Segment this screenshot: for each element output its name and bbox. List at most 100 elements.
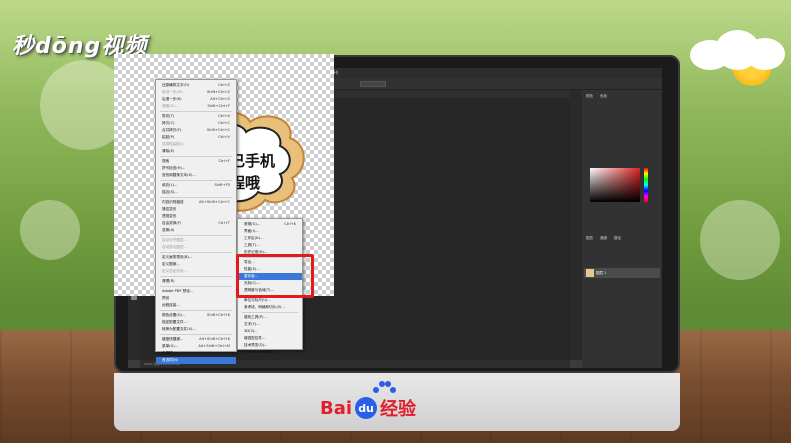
menu-item[interactable]: 清除(E) (156, 148, 236, 155)
menu-item[interactable]: 定义图案... (156, 261, 236, 268)
baidu-jingyan-logo: Bai du 经验 (320, 395, 416, 421)
menu-item[interactable]: 工具(T)... (238, 242, 302, 249)
brand-du: du (355, 397, 378, 419)
layer-thumbnail (586, 269, 594, 277)
menu-item[interactable]: 工具栏... (156, 350, 236, 357)
menu-item[interactable]: 还原横排文字(O) Ctrl+Z (156, 82, 236, 89)
menu-item-label: 菜单(U)... (162, 344, 179, 348)
baidu-paw-icon (373, 381, 396, 395)
panel-dock (570, 90, 582, 360)
menu-item[interactable]: 粘贴(P) Ctrl+V (156, 134, 236, 141)
menu-item-shortcut: Ctrl+T (218, 221, 230, 225)
menu-item[interactable]: 前进一步(W) Shift+Ctrl+Z (156, 89, 236, 96)
menu-item[interactable]: 技术预览(Q)... (238, 342, 302, 349)
menu-item[interactable]: 选择性粘贴(I) (156, 141, 236, 148)
menu-item-shortcut: Ctrl+F (218, 159, 230, 163)
menu-item-label: 转换为配置文件(V)... (162, 327, 196, 331)
color-picker[interactable] (590, 168, 640, 202)
menu-separator (160, 111, 232, 112)
menu-item[interactable]: 自由变换(F) Ctrl+T (156, 220, 236, 227)
menu-item-label: 内容识别缩放 (162, 200, 184, 204)
menu-item-shortcut: Ctrl+V (218, 135, 230, 139)
menu-item[interactable]: 菜单(U)... Alt+Shift+Ctrl+M (156, 343, 236, 350)
menu-item-label: 拼写检查(H)... (162, 166, 186, 170)
menu-item-label: 剪切(T) (162, 114, 175, 118)
menu-item-label: 远程连接... (162, 303, 180, 307)
menu-item[interactable]: 变换(A) (156, 227, 236, 234)
menu-item[interactable]: 后退一步(K) Alt+Ctrl+Z (156, 96, 236, 103)
menu-item[interactable]: 预设 (156, 295, 236, 302)
menu-item[interactable]: 3D(3)... (238, 328, 302, 335)
menu-item[interactable]: Adobe PDF 预设... (156, 288, 236, 295)
tool-icon[interactable] (131, 296, 137, 300)
menu-item-shortcut: Ctrl+C (218, 121, 230, 125)
menu-item-label: 搜索 (162, 159, 170, 163)
menu-item-label: 查找和替换文本(X)... (162, 173, 196, 177)
menu-item-label: 定义画笔预设(B)... (162, 255, 193, 259)
menu-item[interactable]: 搜索 Ctrl+F (156, 158, 236, 165)
menu-item[interactable]: 界面(I)... (238, 228, 302, 235)
menu-item[interactable]: 拼写检查(H)... (156, 165, 236, 172)
edit-menu-dropdown: 还原横排文字(O) Ctrl+Z 前进一步(W) Shift+Ctrl+Z 后退一步(K… (155, 79, 237, 364)
menu-item-label: 清理(R) (162, 279, 175, 283)
menu-item[interactable]: 剪切(T) Ctrl+X (156, 113, 236, 120)
menu-item[interactable]: 常规(G)... Ctrl+K (238, 221, 302, 228)
tab-channels[interactable]: 通道 (600, 236, 607, 241)
menu-item-shortcut: Shift+Ctrl+F (207, 104, 230, 108)
menu-item[interactable]: 单位与标尺(U)... (238, 297, 302, 304)
menu-item[interactable]: 参考线、网格和切片(S)... (238, 304, 302, 311)
menu-item[interactable]: 自动对齐图层... (156, 237, 236, 244)
tab-layers[interactable]: 图层 (586, 236, 593, 241)
menu-item-label: 定义图案... (162, 262, 180, 266)
layer-row[interactable]: 图层 1 (584, 268, 660, 278)
menu-item[interactable]: 合并拷贝(Y) Shift+Ctrl+C (156, 127, 236, 134)
menu-item[interactable]: 首选项(N) (156, 357, 236, 364)
menu-item[interactable]: 透视变形 (156, 213, 236, 220)
bokeh-light (700, 200, 780, 280)
menu-item-label: 增强型控件... (244, 336, 266, 340)
menu-separator (160, 156, 232, 157)
menu-item[interactable]: 转换为配置文件(V)... (156, 326, 236, 333)
menu-item[interactable]: 文字(Y)... (238, 321, 302, 328)
menu-item[interactable]: 自动混合图层... (156, 244, 236, 251)
menu-item[interactable]: 填充(L)... Shift+F5 (156, 182, 236, 189)
menu-item[interactable]: 颜色设置(G)... Shift+Ctrl+K (156, 312, 236, 319)
menu-item-label: 清除(E) (162, 149, 175, 153)
menu-item-label: 界面(I)... (244, 229, 259, 233)
menu-item[interactable]: 工作区(K)... (238, 235, 302, 242)
menu-item[interactable]: 定义自定形状... (156, 268, 236, 275)
menu-item-label: 还原横排文字(O) (162, 83, 190, 87)
options-input[interactable] (360, 81, 386, 87)
menu-item[interactable]: 增效工具(P)... (238, 314, 302, 321)
tab-swatches[interactable]: 色板 (600, 94, 607, 99)
menu-item-shortcut: Ctrl+Z (218, 83, 230, 87)
menu-item-label: 选择性粘贴(I) (162, 142, 184, 146)
menu-item-label: 工具(T)... (244, 243, 260, 247)
menu-item[interactable]: 增强型控件... (238, 335, 302, 342)
menu-item-label: 键盘快捷键... (162, 337, 184, 341)
tab-color[interactable]: 颜色 (586, 94, 593, 99)
menu-item[interactable]: 清理(R) (156, 278, 236, 285)
menu-item[interactable]: 远程连接... (156, 302, 236, 309)
menu-item[interactable]: 描边(S)... (156, 189, 236, 196)
menu-item[interactable]: 操控变形 (156, 206, 236, 213)
menu-item[interactable]: 定义画笔预设(B)... (156, 254, 236, 261)
menu-item-label: 首选项(N) (162, 358, 179, 362)
menu-item[interactable]: 查找和替换文本(X)... (156, 172, 236, 179)
bokeh-light (20, 200, 80, 260)
menu-item[interactable]: 键盘快捷键... Alt+Shift+Ctrl+K (156, 336, 236, 343)
menu-item[interactable]: 渐隐(D)... Shift+Ctrl+F (156, 103, 236, 110)
menu-item[interactable]: 拷贝(C) Ctrl+C (156, 120, 236, 127)
menu-item[interactable]: Camera Raw(W)... (238, 349, 302, 356)
tab-paths[interactable]: 路径 (614, 236, 621, 241)
menu-item-label: 自动混合图层... (162, 245, 187, 249)
menu-item-label: 单位与标尺(U)... (244, 298, 271, 302)
menu-item-shortcut: Shift+Ctrl+C (206, 128, 230, 132)
menu-item[interactable]: 指定配置文件... (156, 319, 236, 326)
menu-separator (242, 312, 298, 313)
hue-slider[interactable] (644, 168, 648, 202)
menu-item[interactable]: 内容识别缩放 Alt+Shift+Ctrl+C (156, 199, 236, 206)
menu-item-label: 前进一步(W) (162, 90, 183, 94)
brand-jingyan: 经验 (380, 399, 417, 420)
menu-item-shortcut: Alt+Shift+Ctrl+M (198, 344, 230, 348)
